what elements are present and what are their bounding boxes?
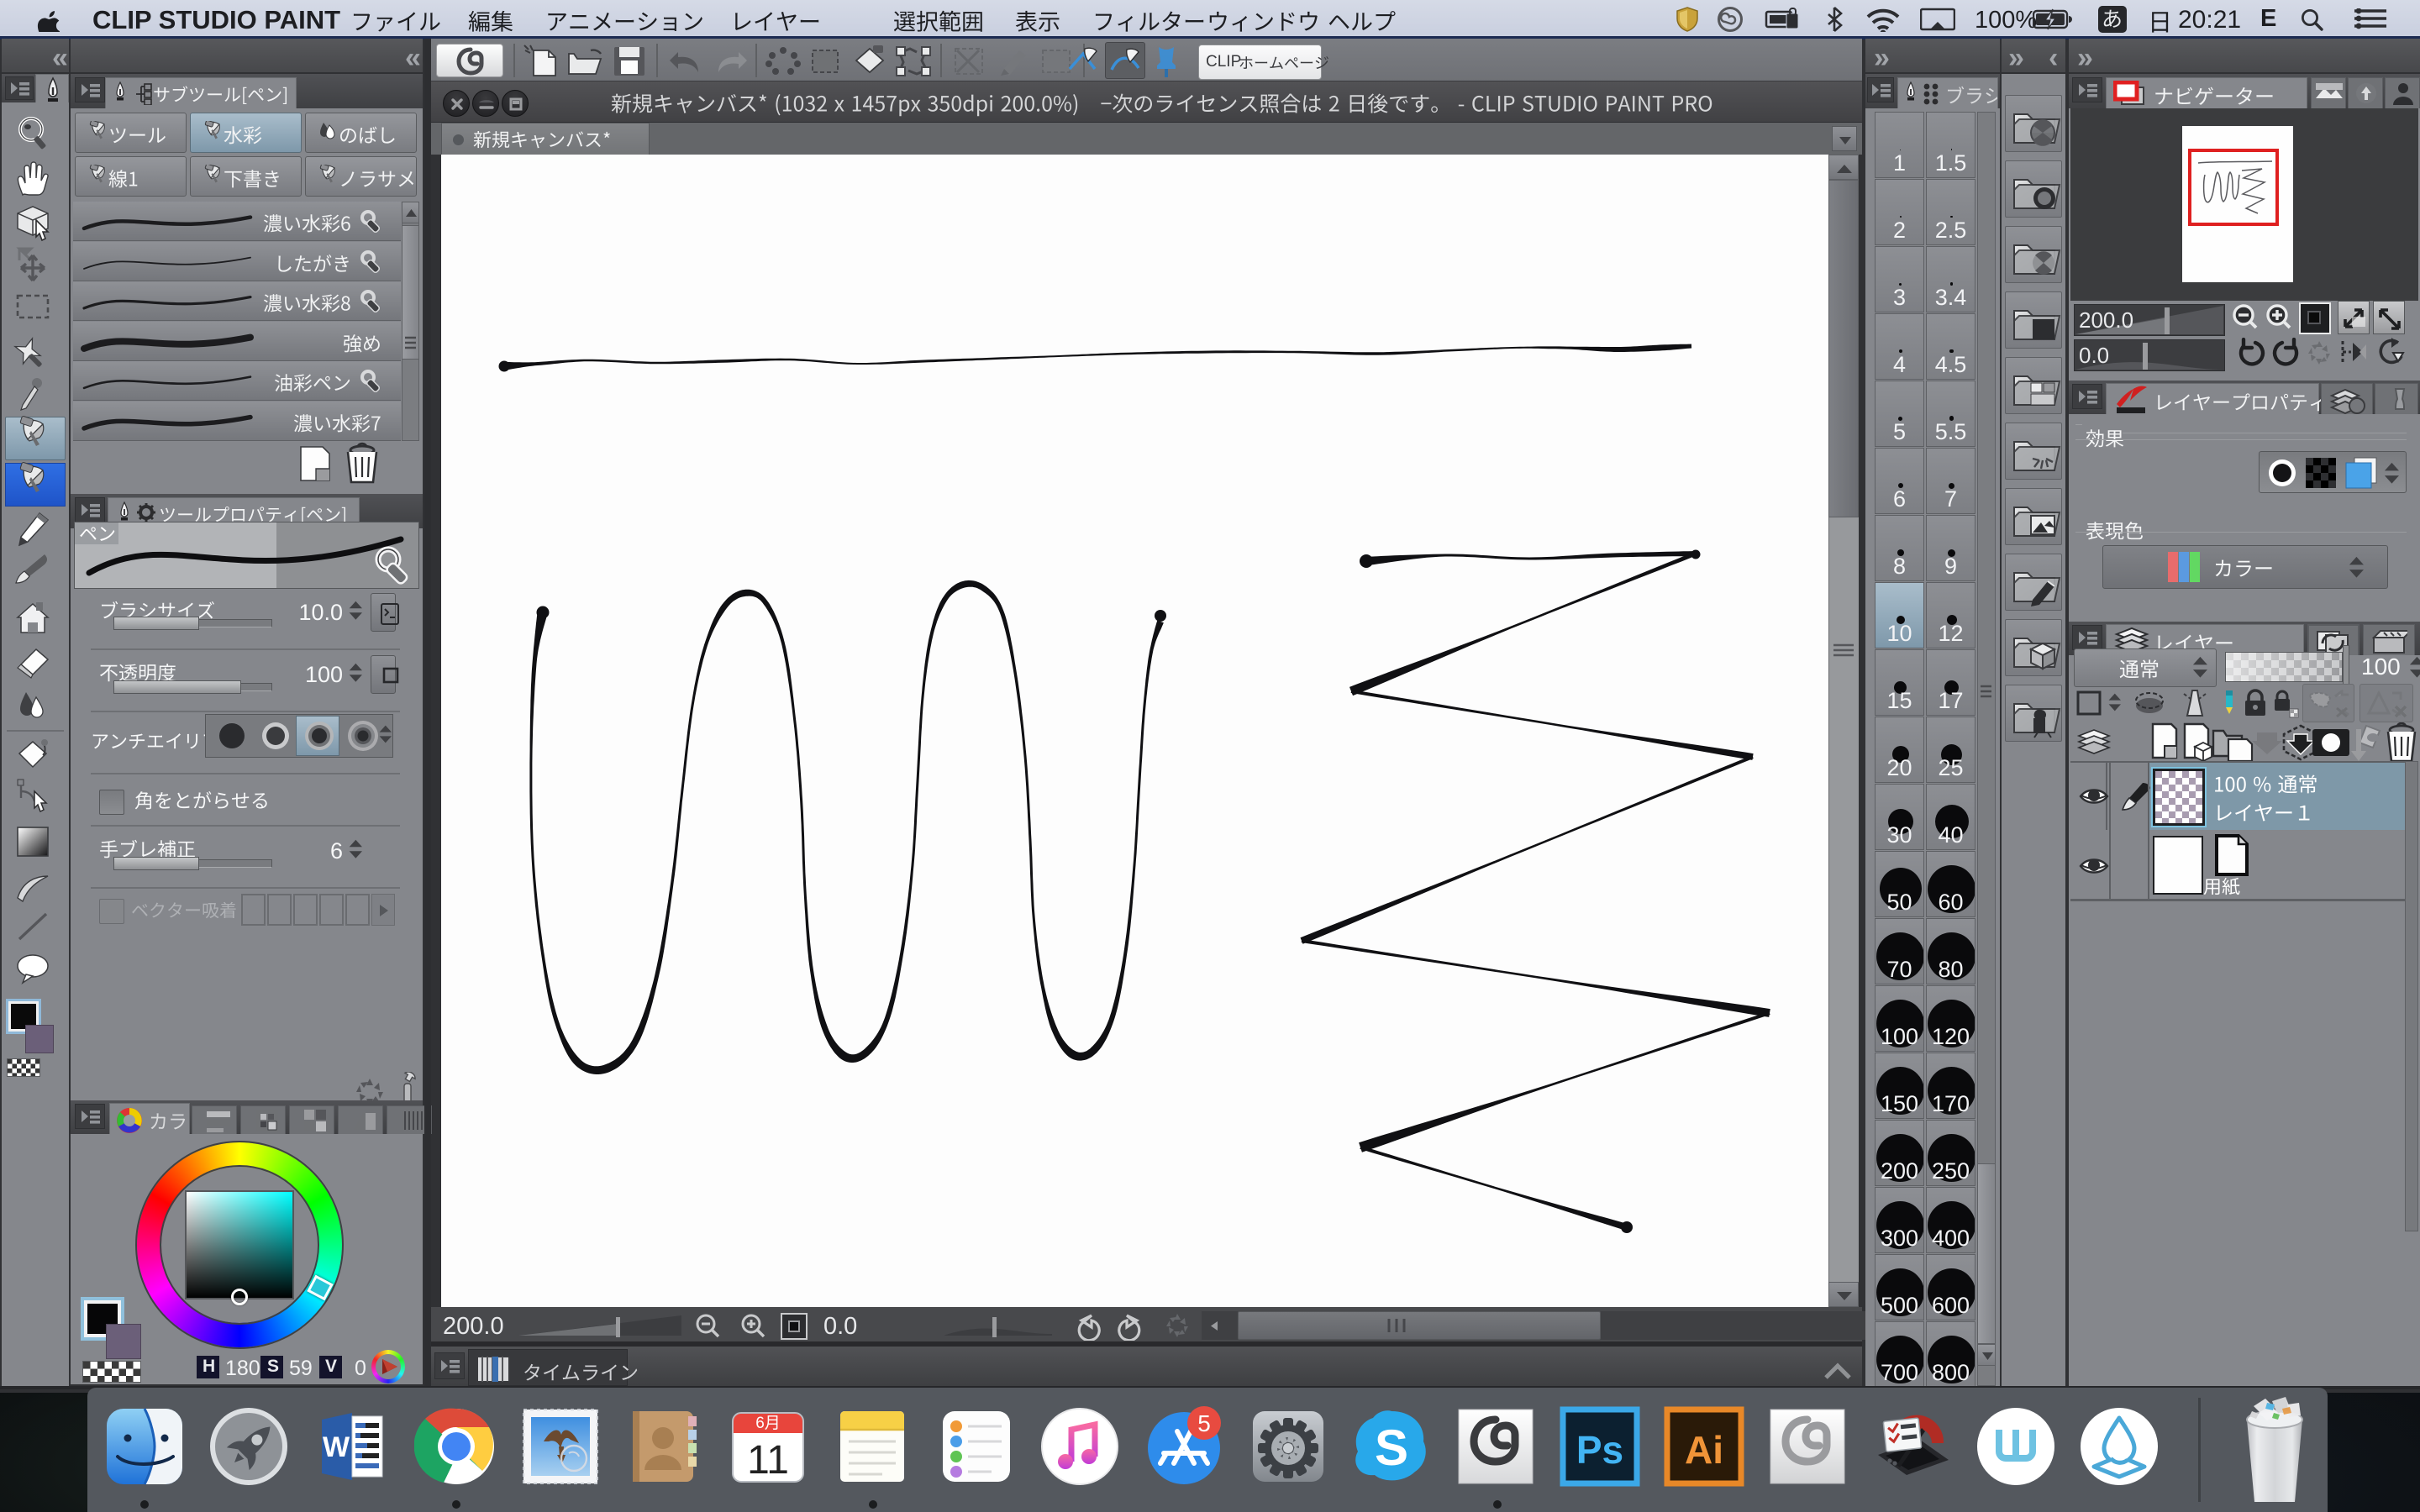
svg-text:S: S [1375,1420,1408,1476]
svg-text:11: 11 [747,1438,789,1483]
svg-text:5: 5 [1197,1410,1211,1436]
svg-text:Ps: Ps [1576,1428,1623,1472]
svg-text:W: W [323,1431,350,1463]
svg-text:6月: 6月 [755,1415,781,1432]
svg-text:Ai: Ai [1685,1428,1723,1472]
